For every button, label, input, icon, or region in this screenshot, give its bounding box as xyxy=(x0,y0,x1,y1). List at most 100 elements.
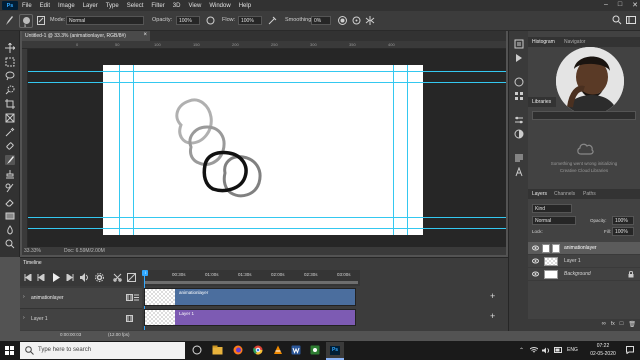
next-frame-icon[interactable] xyxy=(66,274,74,281)
pressure-size-icon[interactable] xyxy=(352,16,361,25)
clone-stamp-tool-icon[interactable] xyxy=(5,169,15,179)
history-brush-tool-icon[interactable] xyxy=(5,183,15,193)
timeline-title[interactable]: Timeline xyxy=(23,260,42,266)
expand-arrow-icon[interactable]: › xyxy=(23,315,25,321)
color-panel-icon[interactable] xyxy=(514,77,524,87)
network-icon[interactable] xyxy=(530,347,538,354)
playhead-handle[interactable]: 0 xyxy=(142,270,148,276)
document-tab[interactable]: Untitled-1 @ 33.3% (animationlayer, RGB/… xyxy=(22,31,150,41)
tab-libraries[interactable]: Libraries xyxy=(532,99,551,105)
move-tool-icon[interactable] xyxy=(5,43,15,53)
vlc-icon[interactable] xyxy=(273,345,283,355)
guide-horizontal[interactable] xyxy=(28,71,506,72)
new-layer-icon[interactable]: □ xyxy=(620,321,624,329)
visibility-eye-icon[interactable] xyxy=(532,271,539,277)
delete-layer-icon[interactable]: 🗑 xyxy=(628,321,636,329)
character-panel-icon[interactable] xyxy=(514,167,524,177)
menu-file[interactable]: File xyxy=(22,3,32,9)
menu-select[interactable]: Select xyxy=(127,3,144,9)
film-icon[interactable] xyxy=(126,315,133,322)
workspace-icon[interactable] xyxy=(626,15,636,25)
marquee-tool-icon[interactable] xyxy=(5,57,15,67)
layer-kind-filter[interactable]: Kind xyxy=(532,204,572,213)
layer-row-background[interactable]: Background xyxy=(528,268,640,281)
guide-vertical[interactable] xyxy=(407,65,408,235)
windows-start-icon[interactable] xyxy=(5,346,14,355)
clock-date[interactable]: 02-05-2020 xyxy=(583,351,623,357)
layer-row-layer1[interactable]: Layer 1 xyxy=(528,255,640,268)
chrome-icon[interactable] xyxy=(253,345,263,355)
visibility-eye-icon[interactable] xyxy=(532,258,539,264)
lasso-tool-icon[interactable] xyxy=(5,71,15,81)
layer-blend-mode[interactable]: Normal xyxy=(532,216,576,225)
visibility-eye-icon[interactable] xyxy=(532,245,539,251)
tray-chevron-icon[interactable]: ⌃ xyxy=(519,347,524,354)
film-icon[interactable] xyxy=(126,294,133,301)
fx-icon[interactable]: fx xyxy=(611,321,615,329)
smoothing-options-icon[interactable] xyxy=(338,16,347,25)
search-icon[interactable] xyxy=(612,15,622,25)
notifications-icon[interactable] xyxy=(626,346,634,354)
menu-view[interactable]: View xyxy=(188,3,201,9)
fill-input[interactable]: 100% xyxy=(612,227,634,236)
add-media-button[interactable]: + xyxy=(490,311,495,321)
mode-select[interactable]: Normal xyxy=(66,16,144,25)
minimize-button[interactable]: – xyxy=(604,1,608,9)
menu-image[interactable]: Image xyxy=(58,3,75,9)
audio-icon[interactable] xyxy=(80,273,89,282)
guide-vertical[interactable] xyxy=(119,65,120,235)
app-icon-green[interactable] xyxy=(310,345,320,355)
menu-type[interactable]: Type xyxy=(106,3,119,9)
add-media-button[interactable]: + xyxy=(490,291,495,301)
guide-horizontal[interactable] xyxy=(28,82,506,83)
actions-panel-icon[interactable] xyxy=(514,53,524,63)
guide-vertical[interactable] xyxy=(133,65,134,235)
healing-brush-tool-icon[interactable] xyxy=(5,141,15,151)
paragraph-panel-icon[interactable] xyxy=(514,153,524,163)
opacity-input[interactable]: 100% xyxy=(176,16,200,25)
layer-opacity-input[interactable]: 100% xyxy=(612,216,634,225)
gradient-tool-icon[interactable] xyxy=(5,211,15,221)
menu-layer[interactable]: Layer xyxy=(83,3,98,9)
task-view-icon[interactable] xyxy=(192,345,202,355)
brush-panel-toggle-icon[interactable] xyxy=(37,16,45,25)
layer-name[interactable]: Layer 1 xyxy=(564,258,581,264)
split-clip-icon[interactable] xyxy=(113,273,122,282)
expand-arrow-icon[interactable]: › xyxy=(23,294,25,300)
guide-vertical[interactable] xyxy=(393,65,394,235)
close-button[interactable]: ✕ xyxy=(632,1,638,9)
tab-histogram[interactable]: Histogram xyxy=(532,39,555,45)
tab-layers[interactable]: Layers xyxy=(532,191,547,197)
layer-name[interactable]: animationlayer xyxy=(564,245,597,251)
battery-icon[interactable] xyxy=(554,347,563,353)
transition-icon[interactable] xyxy=(127,273,136,282)
play-icon[interactable] xyxy=(52,273,60,282)
clip-layer1[interactable]: Layer 1 xyxy=(144,309,356,326)
layer-row-animationlayer[interactable]: animationlayer xyxy=(528,242,640,255)
guide-horizontal[interactable] xyxy=(28,228,506,229)
word-icon[interactable] xyxy=(291,345,301,355)
menu-help[interactable]: Help xyxy=(239,3,251,9)
previous-frame-icon[interactable] xyxy=(37,274,45,281)
dodge-tool-icon[interactable] xyxy=(5,239,15,249)
photoshop-taskbar-button[interactable]: Ps xyxy=(326,342,344,360)
blur-tool-icon[interactable] xyxy=(5,225,15,235)
crop-tool-icon[interactable] xyxy=(5,99,15,109)
first-frame-icon[interactable] xyxy=(24,274,32,281)
canvas-workspace[interactable] xyxy=(28,49,506,247)
swatches-panel-icon[interactable] xyxy=(514,91,524,101)
layer-name[interactable]: Background xyxy=(564,271,591,277)
tab-paths[interactable]: Paths xyxy=(583,191,596,197)
link-layers-icon[interactable]: ∞ xyxy=(602,321,606,329)
zoom-level[interactable]: 33.33% xyxy=(24,248,41,254)
brush-tool-icon[interactable] xyxy=(4,15,14,26)
properties-panel-icon[interactable] xyxy=(514,115,524,125)
maximize-button[interactable]: □ xyxy=(618,1,622,9)
track-menu-icon[interactable] xyxy=(134,294,139,301)
file-explorer-icon[interactable] xyxy=(212,345,223,355)
eraser-tool-icon[interactable] xyxy=(5,197,15,207)
track-header-animationlayer[interactable]: › animationlayer xyxy=(20,288,142,309)
tab-navigator[interactable]: Navigator xyxy=(564,39,585,45)
menu-3d[interactable]: 3D xyxy=(173,3,181,9)
brush-preset-picker[interactable]: 5 xyxy=(19,14,33,28)
